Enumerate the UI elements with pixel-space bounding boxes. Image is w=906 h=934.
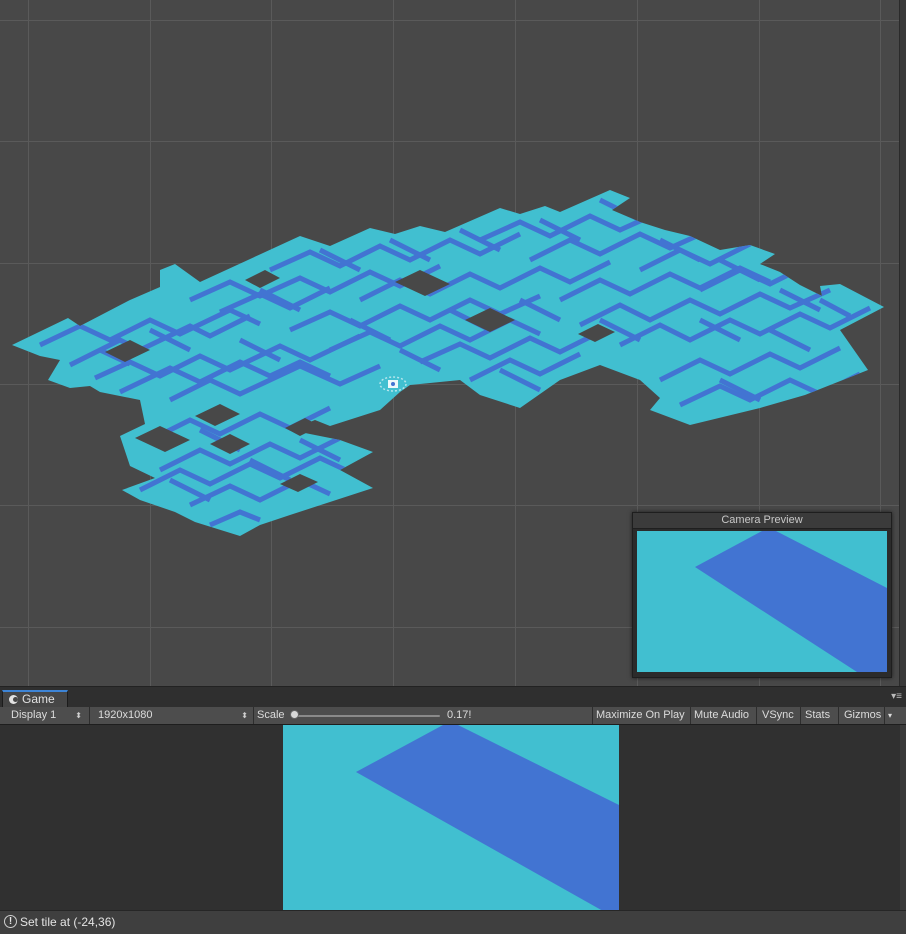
game-viewport-area[interactable] <box>0 725 900 911</box>
camera-preview-view <box>637 531 887 672</box>
maximize-on-play-toggle[interactable]: Maximize On Play <box>596 707 685 724</box>
display-select[interactable]: Display 1 ⬍ <box>4 707 86 724</box>
status-message: Set tile at (-24,36) <box>20 915 116 929</box>
info-icon: ! <box>4 915 17 928</box>
dropdown-arrow-icon: ⬍ <box>75 711 82 720</box>
resolution-select[interactable]: 1920x1080 ⬍ <box>91 707 252 724</box>
scale-value: 0.17! <box>447 709 472 721</box>
mute-audio-toggle[interactable]: Mute Audio <box>694 707 749 724</box>
dropdown-arrow-icon: ⬍ <box>241 711 248 720</box>
tab-game-label: Game <box>22 692 55 706</box>
display-select-value: Display 1 <box>11 709 57 721</box>
game-render <box>356 725 619 911</box>
tab-game[interactable]: Game <box>2 690 68 707</box>
stats-toggle[interactable]: Stats <box>805 707 830 724</box>
game-pacman-icon <box>9 695 18 704</box>
camera-preview-panel: Camera Preview <box>632 512 892 678</box>
camera-preview-render <box>695 531 887 672</box>
scene-view[interactable]: Camera Preview <box>0 0 906 686</box>
scale-label: Scale <box>257 709 285 721</box>
camera-preview-title: Camera Preview <box>633 513 891 529</box>
camera-gizmo-icon[interactable] <box>379 376 407 392</box>
game-tab-bar: Game ▾≡ <box>0 687 906 708</box>
panel-menu-icon[interactable]: ▾≡ <box>888 692 902 702</box>
scene-scrollbar[interactable] <box>899 0 906 686</box>
scale-slider-thumb[interactable] <box>290 710 299 719</box>
gizmos-dropdown-icon[interactable]: ▾ <box>888 707 892 724</box>
scale-slider-track[interactable] <box>296 715 440 717</box>
vsync-toggle[interactable]: VSync <box>762 707 794 724</box>
game-scrollbar[interactable] <box>900 725 906 911</box>
game-panel: Game ▾≡ Display 1 ⬍ 1920x1080 ⬍ Scale 0.… <box>0 686 906 911</box>
gizmos-toggle[interactable]: Gizmos <box>844 707 881 724</box>
game-view[interactable] <box>283 725 619 911</box>
status-bar: ! Set tile at (-24,36) <box>0 910 906 934</box>
game-toolbar: Display 1 ⬍ 1920x1080 ⬍ Scale 0.17! Maxi… <box>0 707 906 725</box>
resolution-select-value: 1920x1080 <box>98 709 153 721</box>
